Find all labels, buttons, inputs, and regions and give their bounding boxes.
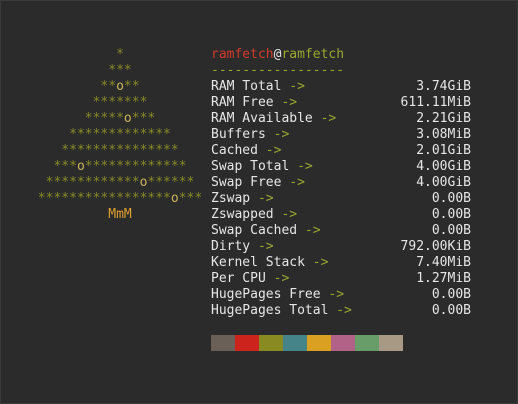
art-line: **o** [100, 79, 140, 94]
info-value: 792.00KiB [400, 239, 471, 254]
arrow-glyph: -> [265, 127, 290, 142]
art-line: ******* [92, 95, 148, 110]
username: ramfetch [211, 47, 274, 62]
arrow-glyph: -> [265, 271, 290, 286]
info-label: RAM Free [211, 95, 274, 110]
terminal-window[interactable]: * *** **o** ******* *****o*** **********… [0, 0, 518, 404]
arrow-glyph: -> [320, 287, 345, 302]
info-value: 611.11MiB [400, 95, 471, 110]
info-row-kernel-stack: Kernel Stack -> 7.40MiB [211, 255, 471, 271]
info-label: RAM Available [211, 111, 313, 126]
art-line: *****************o*** [37, 191, 203, 206]
hostname: ramfetch [281, 47, 345, 62]
arrow-glyph: -> [281, 175, 305, 190]
info-value: 3.08MiB [416, 127, 471, 142]
art-line: ************* [69, 127, 171, 142]
info-value: 0.00B [431, 223, 471, 238]
arrow-glyph: -> [304, 255, 329, 270]
info-label: Per CPU [211, 271, 266, 286]
art-line: *****o*** [84, 111, 156, 126]
header-separator: ----------------- [211, 63, 345, 78]
arrow-glyph: -> [297, 223, 321, 238]
color-swatch [307, 335, 331, 351]
info-label: Zswap [211, 191, 251, 206]
color-swatch [331, 335, 355, 351]
arrow-glyph: -> [250, 239, 274, 254]
color-swatch [235, 335, 259, 351]
art-line: *************** [61, 143, 179, 158]
info-label: Swap Cached [211, 223, 298, 238]
info-row-ram-free: RAM Free -> 611.11MiB [211, 95, 471, 111]
info-label: Cached [211, 143, 258, 158]
info-label: HugePages Free [211, 287, 321, 302]
info-value: 7.40MiB [416, 255, 471, 270]
info-label: Swap Total [211, 159, 290, 174]
info-value: 4.00GiB [416, 159, 471, 174]
info-label: RAM Total [211, 79, 282, 94]
info-row-ram-available: RAM Available -> 2.21GiB [211, 111, 471, 127]
info-row-swap-total: Swap Total -> 4.00GiB [211, 159, 471, 175]
info-label: Buffers [211, 127, 266, 142]
info-value: 1.27MiB [416, 271, 471, 286]
info-row-zswap: Zswap -> 0.00B [211, 191, 471, 207]
arrow-glyph: -> [312, 111, 337, 126]
info-value: 4.00GiB [416, 175, 471, 190]
color-swatch [355, 335, 379, 351]
info-value: 3.74GiB [416, 79, 471, 94]
header-line: ramfetch@ramfetch [211, 47, 471, 63]
arrow-glyph: -> [257, 143, 282, 158]
info-value: 2.01GiB [416, 143, 471, 158]
art-trunk: MmM [108, 207, 132, 222]
art-line: ************o****** [45, 175, 195, 190]
tree-ascii-art: * *** **o** ******* *****o*** **********… [1, 47, 239, 223]
info-label: Kernel Stack [211, 255, 305, 270]
art-line: * [116, 47, 124, 62]
arrow-glyph: -> [289, 159, 313, 174]
info-row-swap-free: Swap Free -> 4.00GiB [211, 175, 471, 191]
info-row-ram-total: RAM Total -> 3.74GiB [211, 79, 471, 95]
arrow-glyph: -> [281, 79, 305, 94]
info-row-per-cpu: Per CPU -> 1.27MiB [211, 271, 471, 287]
memory-info-panel: ramfetch@ramfetch ----------------- RAM … [211, 47, 471, 319]
art-line: ***o************* [53, 159, 187, 174]
info-row-zswapped: Zswapped -> 0.00B [211, 207, 471, 223]
info-row-buffers: Buffers -> 3.08MiB [211, 127, 471, 143]
arrow-glyph: -> [250, 191, 274, 206]
color-swatch [211, 335, 235, 351]
info-row-swap-cached: Swap Cached -> 0.00B [211, 223, 471, 239]
info-value: 2.21GiB [416, 111, 471, 126]
info-label: Zswapped [211, 207, 274, 222]
info-row-dirty: Dirty -> 792.00KiB [211, 239, 471, 255]
info-value: 0.00B [431, 191, 471, 206]
info-row-cached: Cached -> 2.01GiB [211, 143, 471, 159]
arrow-glyph: -> [273, 207, 298, 222]
color-palette [211, 335, 403, 351]
info-label: Swap Free [211, 175, 282, 190]
color-swatch [283, 335, 307, 351]
info-value: 0.00B [431, 287, 471, 302]
info-value: 0.00B [431, 303, 471, 318]
color-swatch [379, 335, 403, 351]
arrow-glyph: -> [328, 303, 352, 318]
info-row-hugepages-free: HugePages Free -> 0.00B [211, 287, 471, 303]
color-swatch [259, 335, 283, 351]
art-line: *** [108, 63, 132, 78]
info-label: Dirty [211, 239, 251, 254]
arrow-glyph: -> [273, 95, 298, 110]
info-value: 0.00B [431, 207, 471, 222]
info-label: HugePages Total [211, 303, 329, 318]
info-row-hugepages-total: HugePages Total -> 0.00B [211, 303, 471, 319]
